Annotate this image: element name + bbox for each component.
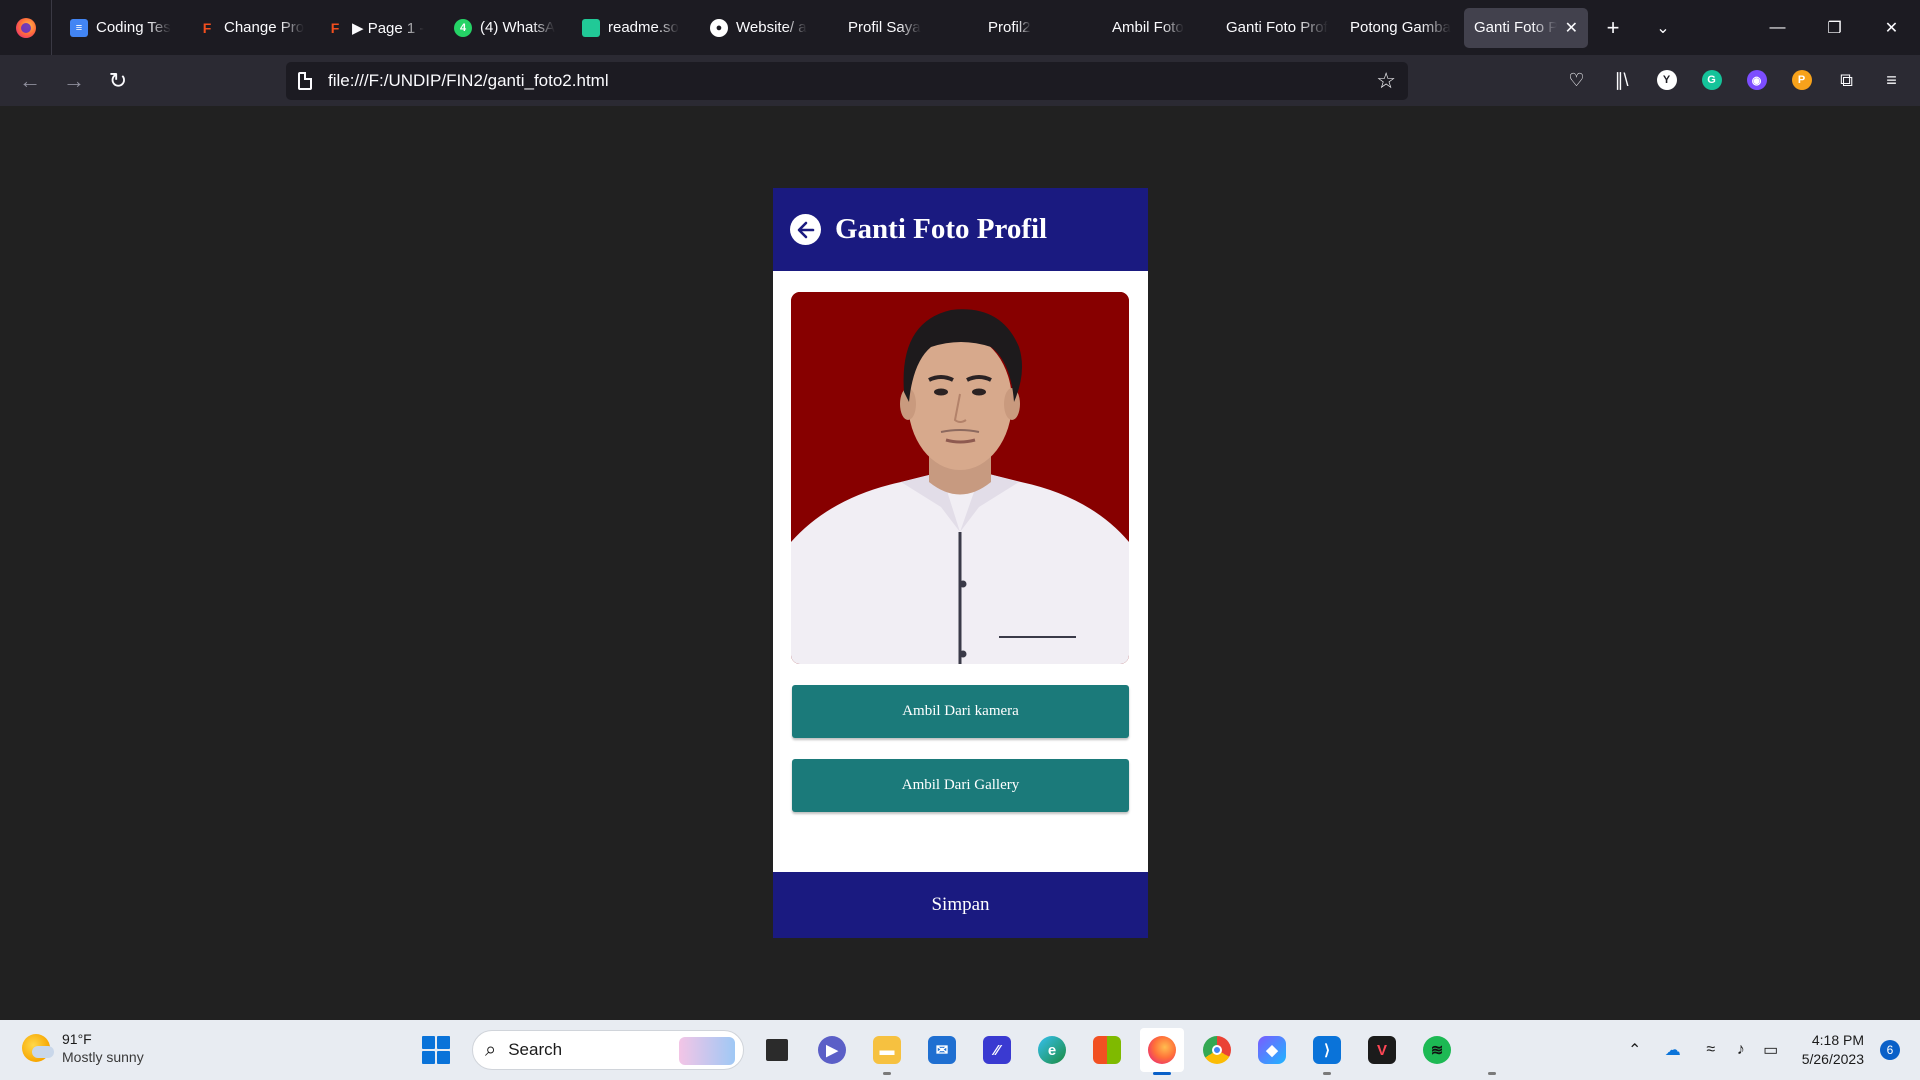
firefox-taskbar-icon[interactable]	[1140, 1028, 1184, 1075]
page-viewport: Ganti Foto Profil Ambil Dari kamera Ambi…	[0, 106, 1920, 1020]
whatsapp-icon: 4	[454, 18, 472, 37]
toolbar-icons: ♡ ∥\ Y G ◉ P ⧉ ≡	[1554, 61, 1914, 99]
task-view-icon[interactable]	[755, 1028, 799, 1072]
clock[interactable]: 4:18 PM 5/26/2023	[1802, 1031, 1864, 1069]
tab-coding-test[interactable]: ≡ Coding Tes	[60, 8, 188, 48]
minimize-icon[interactable]: —	[1749, 0, 1806, 55]
windows-taskbar: 91°F Mostly sunny ⌕ Search ▶ ▬ ✉ ⁄⁄ e ◆ …	[0, 1020, 1920, 1080]
tab-profil2[interactable]: Profil2	[956, 8, 1084, 48]
take-from-camera-button[interactable]: Ambil Dari kamera	[792, 685, 1129, 738]
clock-date: 5/26/2023	[1801, 1051, 1864, 1067]
search-label: Search	[508, 1040, 563, 1059]
navigation-toolbar: ← → ↻ file:///F:/UNDIP/FIN2/ganti_foto2.…	[0, 55, 1920, 106]
figma-icon: F	[330, 19, 340, 36]
docs-icon: ≡	[70, 18, 88, 37]
teams-chat-icon[interactable]: ▶	[810, 1028, 854, 1072]
profile-photo-image	[791, 292, 1129, 664]
chrome-icon[interactable]	[1195, 1028, 1239, 1072]
clock-time: 4:18 PM	[1811, 1032, 1864, 1048]
file-explorer-icon[interactable]: ▬	[865, 1028, 909, 1075]
window-controls: — ❐ ✕	[1749, 0, 1920, 55]
list-tabs-chevron-icon[interactable]: ⌄	[1638, 8, 1688, 48]
weather-widget[interactable]: 91°F Mostly sunny	[22, 1030, 144, 1066]
show-hidden-icons-chevron-icon[interactable]: ⌃	[1620, 1035, 1650, 1065]
restore-icon[interactable]: ❐	[1806, 0, 1863, 55]
mail-icon[interactable]: ✉	[920, 1028, 964, 1072]
back-button[interactable]	[790, 214, 821, 245]
weather-temperature: 91°F	[62, 1031, 92, 1047]
edge-icon[interactable]: e	[1030, 1028, 1074, 1072]
reload-icon[interactable]: ↻	[96, 63, 140, 99]
mobile-app-frame: Ganti Foto Profil Ambil Dari kamera Ambi…	[773, 188, 1148, 938]
tab-github[interactable]: ● Website/ a	[700, 8, 828, 48]
extension-y-icon[interactable]: Y	[1644, 61, 1689, 99]
readme-icon	[582, 18, 600, 37]
tab-strip: ≡ Coding Tes F Change Pro F ▶ Page 1 - 4…	[0, 0, 1920, 55]
search-icon: ⌕	[485, 1038, 497, 1061]
search-highlight-icon	[679, 1037, 735, 1065]
github-icon: ●	[710, 18, 728, 37]
tab-readme[interactable]: readme.so	[572, 8, 700, 48]
profile-photo	[791, 292, 1129, 664]
save-button[interactable]: Simpan	[773, 872, 1148, 938]
extensions-puzzle-icon[interactable]: ⧉	[1824, 61, 1869, 99]
take-from-gallery-button[interactable]: Ambil Dari Gallery	[792, 759, 1129, 812]
taskbar-search[interactable]: ⌕ Search	[472, 1030, 744, 1070]
system-tray: ⌃ ☁ ≈ ♪ ▭ 4:18 PM 5/26/2023 6	[1620, 1020, 1920, 1080]
whiteboard-icon[interactable]: ⁄⁄	[975, 1028, 1019, 1072]
back-arrow-icon	[797, 221, 814, 238]
bookmark-star-icon[interactable]: ☆	[1376, 68, 1396, 94]
back-arrow-icon[interactable]: ←	[8, 63, 52, 99]
weather-description: Mostly sunny	[62, 1049, 144, 1065]
library-icon[interactable]: ∥\	[1599, 61, 1644, 99]
page-title: Ganti Foto Profil	[835, 213, 1048, 245]
app-header: Ganti Foto Profil	[773, 188, 1148, 271]
windows-start-icon[interactable]	[414, 1028, 458, 1072]
extension-purple-icon[interactable]: ◉	[1734, 61, 1779, 99]
tab-list: ≡ Coding Tes F Change Pro F ▶ Page 1 - 4…	[52, 0, 1688, 55]
store-icon[interactable]	[1085, 1028, 1129, 1072]
pocket-icon[interactable]: ♡	[1554, 61, 1599, 99]
spotify-icon[interactable]: ≋	[1415, 1028, 1459, 1072]
taskbar-apps: ⌕ Search ▶ ▬ ✉ ⁄⁄ e ◆ ⟩ V ≋	[414, 1028, 1514, 1075]
close-window-icon[interactable]: ✕	[1863, 0, 1920, 55]
forward-arrow-icon[interactable]: →	[52, 63, 96, 99]
tab-ganti-foto-active[interactable]: Ganti Foto P ✕	[1464, 7, 1588, 48]
new-tab-icon[interactable]: +	[1588, 8, 1638, 48]
tab-ambil-foto[interactable]: Ambil Foto	[1084, 8, 1212, 48]
tab-whatsapp[interactable]: 4 (4) WhatsA	[444, 8, 572, 48]
url-text[interactable]: file:///F:/UNDIP/FIN2/ganti_foto2.html	[328, 71, 609, 91]
onedrive-icon[interactable]: ☁	[1658, 1035, 1688, 1065]
tab-change-profile[interactable]: F Change Pro	[188, 8, 316, 48]
tab-profil-saya[interactable]: Profil Saya	[828, 8, 956, 48]
grammarly-icon[interactable]: G	[1689, 61, 1734, 99]
tab-ganti-foto-profil[interactable]: Ganti Foto Prof	[1212, 8, 1340, 48]
hamburger-menu-icon[interactable]: ≡	[1869, 61, 1914, 99]
extension-orange-icon[interactable]: P	[1779, 61, 1824, 99]
firefox-menu-icon[interactable]	[0, 0, 52, 55]
wifi-icon[interactable]: ≈	[1696, 1035, 1726, 1065]
address-bar[interactable]: file:///F:/UNDIP/FIN2/ganti_foto2.html ☆	[286, 62, 1408, 100]
figma-icon: F	[202, 19, 212, 36]
notification-badge[interactable]: 6	[1880, 1040, 1900, 1060]
page-icon	[298, 72, 312, 90]
close-tab-icon[interactable]: ✕	[1565, 18, 1578, 38]
tab-potong-gambar[interactable]: Potong Gamba	[1340, 8, 1464, 48]
volume-icon[interactable]: ♪	[1726, 1035, 1756, 1065]
tab-page-1[interactable]: F ▶ Page 1 -	[316, 8, 444, 48]
weather-sun-icon	[22, 1034, 54, 1062]
valorant-icon[interactable]: V	[1360, 1028, 1404, 1072]
copilot-icon[interactable]: ◆	[1250, 1028, 1294, 1072]
vscode-icon[interactable]: ⟩	[1305, 1028, 1349, 1075]
hidden-app-icon[interactable]	[1470, 1028, 1514, 1075]
battery-icon[interactable]: ▭	[1756, 1035, 1786, 1065]
